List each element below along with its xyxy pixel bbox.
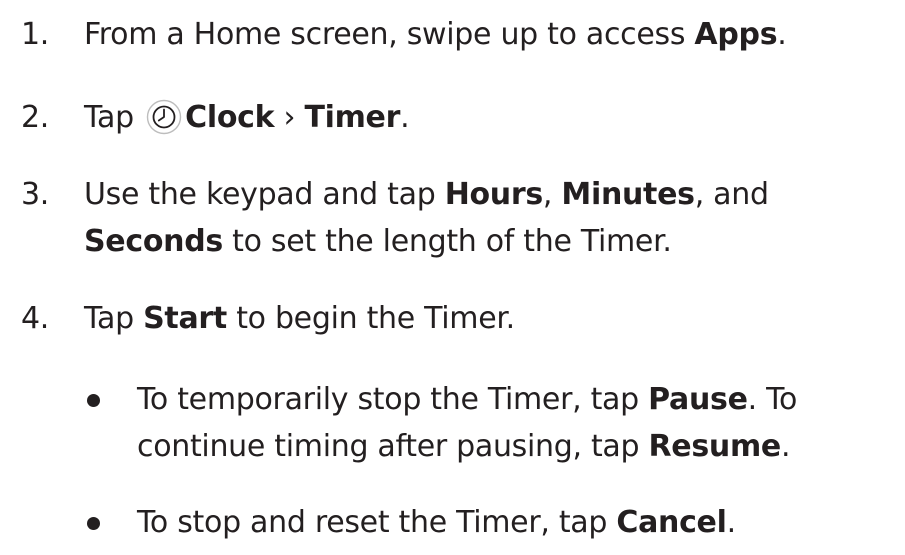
- step-text-line-2: Seconds to set the length of the Timer.: [84, 224, 672, 259]
- seconds-label: Seconds: [84, 224, 223, 259]
- bullet-dot: [87, 517, 100, 530]
- cancel-label: Cancel: [616, 505, 727, 540]
- bullet-text: To stop and reset the Timer, tap Cancel.: [137, 505, 736, 540]
- timer-label: Timer: [304, 100, 401, 135]
- clock-icon: [146, 99, 182, 135]
- pause-label: Pause: [648, 382, 748, 417]
- bullet-dot: [87, 394, 100, 407]
- bullet-text-line-1: To temporarily stop the Timer, tap Pause…: [137, 382, 798, 417]
- step-text: From a Home screen, swipe up to access A…: [84, 17, 787, 52]
- step-text-line-1: Use the keypad and tap Hours, Minutes, a…: [84, 177, 769, 212]
- clock-label: Clock: [185, 100, 275, 135]
- step-text: Tap Clock › Timer.: [84, 99, 410, 135]
- step-text: Tap Start to begin the Timer.: [84, 301, 515, 336]
- resume-label: Resume: [648, 429, 782, 464]
- step-number: 1.: [21, 17, 50, 52]
- minutes-label: Minutes: [561, 177, 695, 212]
- start-label: Start: [143, 301, 227, 336]
- step-number: 3.: [21, 177, 50, 212]
- bullet-text-line-2: continue timing after pausing, tap Resum…: [137, 429, 791, 464]
- step-number: 4.: [21, 301, 50, 336]
- apps-label: Apps: [694, 17, 778, 52]
- step-number: 2.: [21, 100, 50, 135]
- hours-label: Hours: [444, 177, 544, 212]
